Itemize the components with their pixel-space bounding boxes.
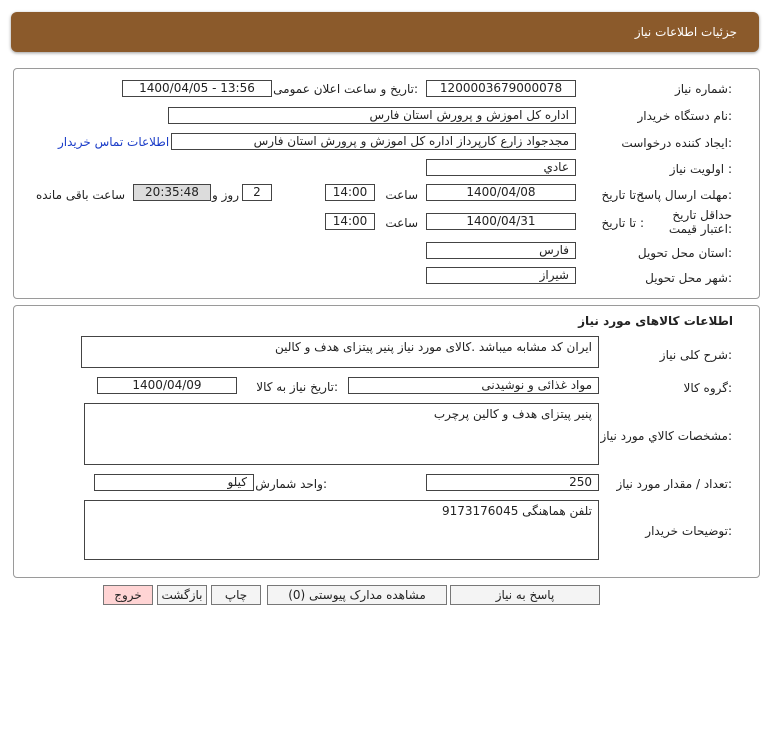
priority-field: عادي (426, 159, 576, 176)
specs-label: مشخصات کالاي مورد نياز: (600, 429, 732, 443)
validity-time-field: 14:00 (325, 213, 375, 230)
description-label: شرح کلی نیاز: (659, 348, 732, 362)
deadline-date-field: 1400/04/08 (426, 184, 576, 201)
city-label: شهر محل تحویل: (645, 271, 732, 285)
buyer-org-label: نام دستگاه خریدار: (637, 109, 733, 123)
remaining-label: ساعت باقی مانده (36, 188, 126, 202)
need-number-label: شماره نیاز: (674, 82, 732, 96)
province-field: فارس (426, 242, 576, 259)
quantity-field: 250 (426, 474, 599, 491)
details-panel (13, 68, 760, 299)
validity-to-date-label: تا تاریخ : (601, 216, 644, 230)
page-title: جزئیات اطلاعات نیاز (634, 25, 737, 39)
unit-field: کیلو (94, 474, 254, 491)
back-button[interactable]: بازگشت (157, 585, 207, 605)
need-date-label: تاریخ نیاز به کالا: (256, 380, 338, 394)
creator-field: مجدجواد زارع کارپرداز اداره کل اموزش و پ… (171, 133, 576, 150)
need-date-field: 1400/04/09 (97, 377, 237, 394)
days-field: 2 (242, 184, 272, 201)
page-header: جزئیات اطلاعات نیاز (11, 12, 759, 52)
validity-date-field: 1400/04/31 (426, 213, 576, 230)
days-label: روز و (212, 188, 239, 202)
deadline-time-label: ساعت (385, 188, 418, 202)
goods-section-title: اطلاعات کالاهای مورد نیاز (578, 314, 733, 328)
need-number-field: 1200003679000078 (426, 80, 576, 97)
attachments-button[interactable]: مشاهده مدارک پیوستی (0) (267, 585, 447, 605)
announce-field: 1400/04/05 - 13:56 (122, 80, 272, 97)
remaining-time-field: 20:35:48 (133, 184, 211, 201)
group-field: مواد غذائی و نوشیدنی (348, 377, 599, 394)
description-field: ایران کد مشابه میباشد .کالای مورد نیاز پ… (81, 336, 599, 368)
deadline-label: مهلت ارسال پاسخ: (636, 188, 732, 202)
buyer-notes-field: تلفن هماهنگی 9173176045 (84, 500, 599, 560)
buyer-contact-link[interactable]: اطلاعات تماس خریدار (58, 135, 169, 149)
buyer-notes-label: توضیحات خریدار: (645, 524, 732, 538)
priority-label: اولویت نیاز : (669, 162, 732, 176)
reply-button[interactable]: پاسخ به نیاز (450, 585, 600, 605)
quantity-label: تعداد / مقدار مورد نیاز: (616, 477, 732, 491)
validity-time-label: ساعت (385, 216, 418, 230)
announce-label: تاریخ و ساعت اعلان عمومی: (273, 82, 418, 96)
group-label: گروه کالا: (683, 381, 733, 395)
deadline-time-field: 14:00 (325, 184, 375, 201)
specs-field: پنیر پیتزای هدف و کالین پرچرب (84, 403, 599, 465)
deadline-to-date-label: تا تاریخ : (601, 188, 644, 202)
buyer-org-field: اداره کل اموزش و پرورش استان فارس (168, 107, 576, 124)
print-button[interactable]: چاپ (211, 585, 261, 605)
exit-button[interactable]: خروج (103, 585, 153, 605)
validity-label: حداقل تاریخ اعتبار قیمت: (668, 208, 732, 236)
city-field: شیراز (426, 267, 576, 284)
creator-label: ایجاد کننده درخواست: (621, 136, 732, 150)
unit-label: واحد شمارش: (255, 477, 327, 491)
province-label: استان محل تحویل: (637, 246, 732, 260)
